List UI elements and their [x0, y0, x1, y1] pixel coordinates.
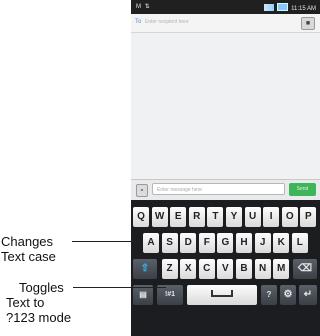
key-h[interactable]: H: [236, 233, 252, 253]
callout-case-line1: Changes: [1, 234, 54, 249]
conversation-area: [131, 33, 320, 179]
key-r[interactable]: R: [188, 207, 205, 227]
enter-icon: ↵: [303, 289, 313, 300]
shift-arrow-icon: ⇧: [140, 263, 150, 274]
key-n[interactable]: N: [254, 259, 271, 279]
key-t[interactable]: T: [207, 207, 224, 227]
status-time: 11:15 AM: [291, 6, 316, 12]
key-g[interactable]: G: [217, 233, 234, 253]
backspace-key[interactable]: ⌫: [293, 259, 317, 279]
callout-changes-text-case: Changes Text case: [1, 234, 56, 264]
composer-bar: ∘ Enter message here Send: [131, 179, 320, 200]
callout-mode-line1: Toggles: [19, 280, 64, 295]
keyboard-toggle-key[interactable]: ▤: [133, 285, 153, 305]
key-u[interactable]: U: [244, 207, 261, 227]
key-b[interactable]: B: [236, 259, 252, 279]
gear-icon: ⚙: [283, 289, 293, 300]
key-p[interactable]: P: [300, 207, 317, 227]
keyboard: Q W E R T Y U I O P A S D F G H J K L ⇧ …: [131, 200, 320, 336]
question-key[interactable]: ?: [261, 285, 277, 305]
contact-picker-icon[interactable]: ■: [301, 17, 315, 30]
keyboard-icon: ▤: [139, 290, 147, 299]
space-key[interactable]: [187, 285, 257, 305]
status-right: 11:15 AM: [264, 3, 316, 12]
key-k[interactable]: K: [273, 233, 290, 253]
shift-key[interactable]: ⇧: [133, 259, 157, 279]
to-label: To: [135, 19, 142, 25]
status-bar: M ⇅ 11:15 AM: [131, 0, 320, 14]
key-q[interactable]: Q: [133, 207, 149, 227]
space-icon: [211, 290, 233, 297]
callout-mode-line3: ?123 mode: [6, 310, 72, 325]
key-m[interactable]: M: [273, 259, 290, 279]
callout-mode-leader: [73, 287, 166, 288]
battery-icon: [277, 3, 289, 11]
key-e[interactable]: E: [170, 207, 187, 227]
status-left: M ⇅: [136, 4, 151, 10]
callout-toggles-text-mode: Toggles Text to ?123 mode: [6, 280, 71, 325]
backspace-icon: ⌫: [297, 263, 313, 274]
recipient-input[interactable]: Enter recipient here: [145, 19, 189, 25]
key-x[interactable]: X: [180, 259, 197, 279]
paperclip-icon[interactable]: ∘: [136, 184, 148, 197]
key-z[interactable]: Z: [161, 259, 178, 279]
key-f[interactable]: F: [198, 233, 215, 253]
key-v[interactable]: V: [217, 259, 234, 279]
message-input[interactable]: Enter message here: [152, 183, 285, 195]
recipient-bar: To Enter recipient here ■: [131, 14, 320, 33]
key-c[interactable]: C: [198, 259, 215, 279]
key-d[interactable]: D: [180, 233, 197, 253]
settings-key[interactable]: ⚙: [280, 285, 296, 305]
enter-key[interactable]: ↵: [299, 285, 317, 305]
symbols-mode-key[interactable]: !#1: [157, 285, 183, 305]
key-j[interactable]: J: [254, 233, 271, 253]
key-i[interactable]: I: [263, 207, 280, 227]
callout-mode-line2: Text to: [6, 295, 45, 310]
callout-case-line2: Text case: [1, 249, 56, 264]
key-l[interactable]: L: [291, 233, 308, 253]
key-y[interactable]: Y: [226, 207, 242, 227]
phone-screen: M ⇅ 11:15 AM To Enter recipient here ■ ∘…: [131, 0, 320, 336]
send-button[interactable]: Send: [289, 183, 316, 196]
key-o[interactable]: O: [281, 207, 298, 227]
key-w[interactable]: W: [151, 207, 168, 227]
signal-icon: [264, 4, 275, 11]
key-s[interactable]: S: [161, 233, 178, 253]
callout-case-leader: [72, 241, 136, 242]
key-a[interactable]: A: [143, 233, 159, 253]
